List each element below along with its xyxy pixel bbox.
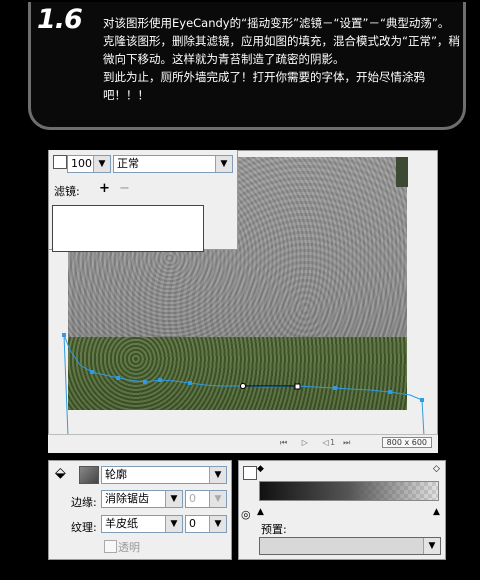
chevron-down-icon[interactable]: ▼ (423, 538, 440, 554)
preset-label: 预置: (261, 523, 287, 536)
edge-amount-value: 0 (189, 492, 196, 505)
layer-row (53, 154, 67, 169)
playback-controls[interactable]: ⏮ ▷ ◁ ⏭ (280, 438, 356, 448)
blend-mode-value: 正常 (117, 157, 139, 170)
chevron-down-icon[interactable]: ▼ (165, 491, 182, 507)
texture-amount[interactable]: 0 ▼ (185, 515, 227, 533)
paint-bucket-icon: ⬙ (55, 465, 66, 481)
color-wheel-icon[interactable]: ◎ (241, 508, 251, 521)
chevron-down-icon[interactable]: ▼ (209, 467, 226, 483)
opacity-stop-icon[interactable]: ▲ (257, 507, 264, 517)
anchor-handle (294, 383, 301, 390)
texture-value: 羊皮纸 (105, 517, 138, 530)
fill-type-select[interactable]: 轮廓 ▼ (101, 466, 227, 484)
page-number: 1 (330, 438, 336, 447)
chevron-down-icon[interactable]: ▼ (215, 156, 232, 172)
preset-select[interactable]: ▼ (259, 537, 441, 555)
chevron-down-icon[interactable]: ▼ (93, 156, 110, 172)
color-stop-icon[interactable]: ◇ (433, 464, 440, 474)
opacity-stop-icon[interactable]: ▲ (433, 507, 440, 517)
gradient-editor: ◆ ◇ ◎ ▲ ▲ 预置: ▼ (238, 460, 446, 560)
remove-filter-button[interactable]: − (119, 181, 130, 196)
filters-label: 滤镜: (54, 185, 80, 198)
texture-amount-value: 0 (189, 517, 196, 530)
status-bar: ⏮ ▷ ◁ ⏭ 1 800 x 600 (48, 434, 438, 453)
path-tail (63, 334, 69, 437)
fill-type-value: 轮廓 (105, 468, 127, 481)
gradient-icon (243, 466, 257, 480)
filter-list[interactable] (52, 205, 204, 252)
blend-mode-select[interactable]: 正常 ▼ (113, 155, 233, 173)
gradient-bar[interactable] (259, 481, 439, 501)
opacity-value: 100 (71, 157, 92, 170)
edge-label: 边缘: (71, 496, 97, 509)
add-filter-button[interactable]: + (99, 181, 110, 196)
color-stop-icon[interactable]: ◆ (257, 464, 264, 474)
fill-color-swatch[interactable] (79, 466, 99, 484)
transparent-label: 透明 (118, 541, 140, 554)
edge-value: 消除锯齿 (105, 492, 149, 505)
canvas-size[interactable]: 800 x 600 (381, 437, 432, 448)
edge-amount[interactable]: 0 ▼ (185, 490, 227, 508)
anchor-point (240, 383, 246, 389)
fill-panel: ⬙ 轮廓 ▼ 边缘: 消除锯齿 ▼ 0 ▼ 纹理: 羊皮纸 ▼ 0 ▼ 透明 (48, 460, 232, 560)
layer-properties: 100 ▼ 正常 ▼ 滤镜: + − (48, 150, 238, 252)
path-nodes (62, 333, 424, 402)
edge-select[interactable]: 消除锯齿 ▼ (101, 490, 183, 508)
layer-icon (53, 154, 67, 169)
chevron-down-icon[interactable]: ▼ (209, 516, 226, 532)
texture-select[interactable]: 羊皮纸 ▼ (101, 515, 183, 533)
chevron-down-icon[interactable]: ▼ (165, 516, 182, 532)
transparent-checkbox[interactable] (104, 540, 117, 553)
texture-label: 纹理: (71, 521, 97, 534)
chevron-down-icon[interactable]: ▼ (209, 491, 226, 507)
opacity-select[interactable]: 100 ▼ (67, 155, 111, 173)
